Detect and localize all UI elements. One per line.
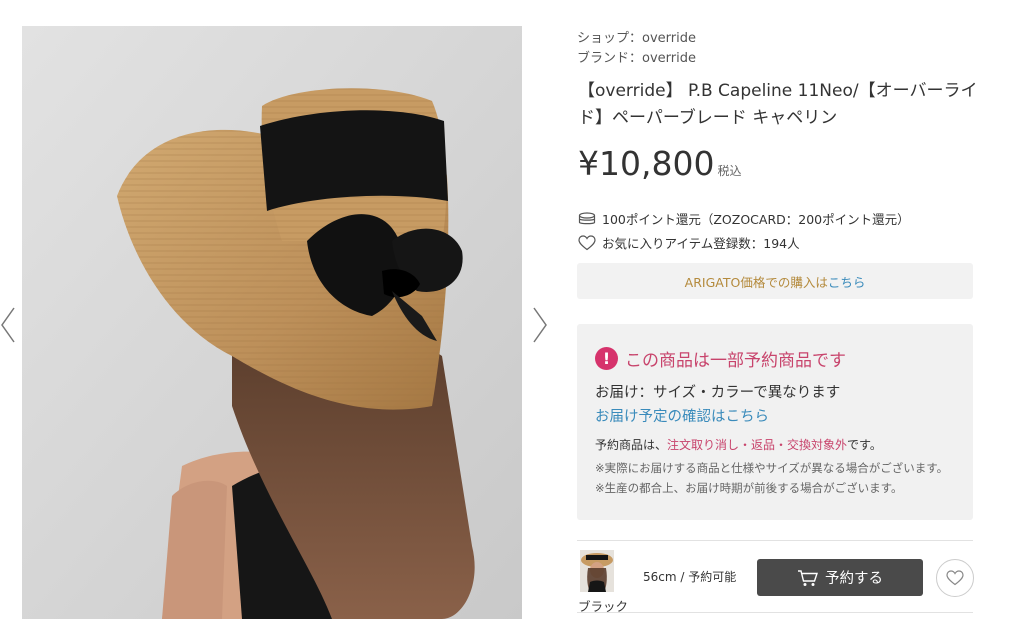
shop-line: ショップ：override	[577, 27, 696, 46]
add-favorite-button[interactable]	[936, 559, 974, 597]
reserve-button[interactable]: 予約する	[757, 559, 923, 596]
note-delivery-timing: ※生産の都合上、お届け時期が前後する場合がございます。	[595, 481, 903, 495]
reserve-button-label: 予約する	[825, 571, 883, 587]
product-image	[22, 26, 522, 619]
preorder-policy: 予約商品は、注文取り消し・返品・交換対象外です。	[595, 436, 882, 453]
size-stock-status: 56cm / 予約可能	[643, 570, 737, 584]
preorder-notice: ! この商品は一部予約商品です お届け：サイズ・カラーで異なります お届け予定の…	[577, 324, 973, 520]
favorite-count-row: お気に入りアイテム登録数：194人	[578, 233, 800, 252]
product-title: 【override】 P.B Capeline 11Neo/【オーバーライド】ペ…	[578, 81, 978, 128]
shop-link[interactable]: override	[642, 31, 696, 46]
arigato-link[interactable]: こちら	[828, 272, 866, 291]
color-swatch-thumbnail[interactable]	[580, 550, 614, 592]
heart-outline-icon	[578, 234, 596, 250]
price: ¥10,800 税込	[578, 144, 741, 183]
delivery-text: お届け：サイズ・カラーで異なります	[595, 385, 841, 401]
price-value: ¥10,800	[578, 144, 715, 183]
points-text: 100ポイント還元（ZOZOCARD：200ポイント還元）	[602, 212, 910, 227]
policy-suffix: です。	[847, 438, 882, 452]
heart-outline-icon	[946, 570, 964, 586]
gallery-next-button[interactable]	[528, 300, 558, 350]
exclamation-icon: !	[595, 347, 618, 370]
arigato-banner: ARIGATO価格での購入は こちら	[577, 263, 973, 299]
brand-label: ブランド：	[577, 51, 643, 66]
divider	[577, 612, 973, 613]
points-row: 100ポイント還元（ZOZOCARD：200ポイント還元）	[578, 209, 910, 228]
color-name: ブラック	[578, 599, 629, 614]
note-spec: ※実際にお届けする商品と仕様やサイズが異なる場合がございます。	[595, 461, 949, 475]
cart-icon	[798, 569, 818, 586]
coin-stack-icon	[578, 211, 596, 224]
brand-line: ブランド：override	[577, 47, 696, 66]
policy-prefix: 予約商品は、	[595, 438, 668, 452]
notice-heading: この商品は一部予約商品です	[625, 351, 846, 371]
policy-highlight: 注文取り消し・返品・交換対象外	[667, 438, 848, 452]
tax-label: 税込	[717, 164, 742, 178]
delivery-schedule-link[interactable]: お届け予定の確認はこちら	[595, 405, 769, 426]
brand-link[interactable]: override	[642, 51, 696, 66]
notice-heading-row: ! この商品は一部予約商品です	[595, 346, 846, 371]
arigato-text: ARIGATO価格での購入は	[684, 274, 828, 290]
shop-label: ショップ：	[577, 31, 643, 46]
divider	[577, 540, 973, 541]
chevron-right-icon	[533, 307, 547, 343]
favorite-count-text: お気に入りアイテム登録数：194人	[602, 236, 800, 251]
